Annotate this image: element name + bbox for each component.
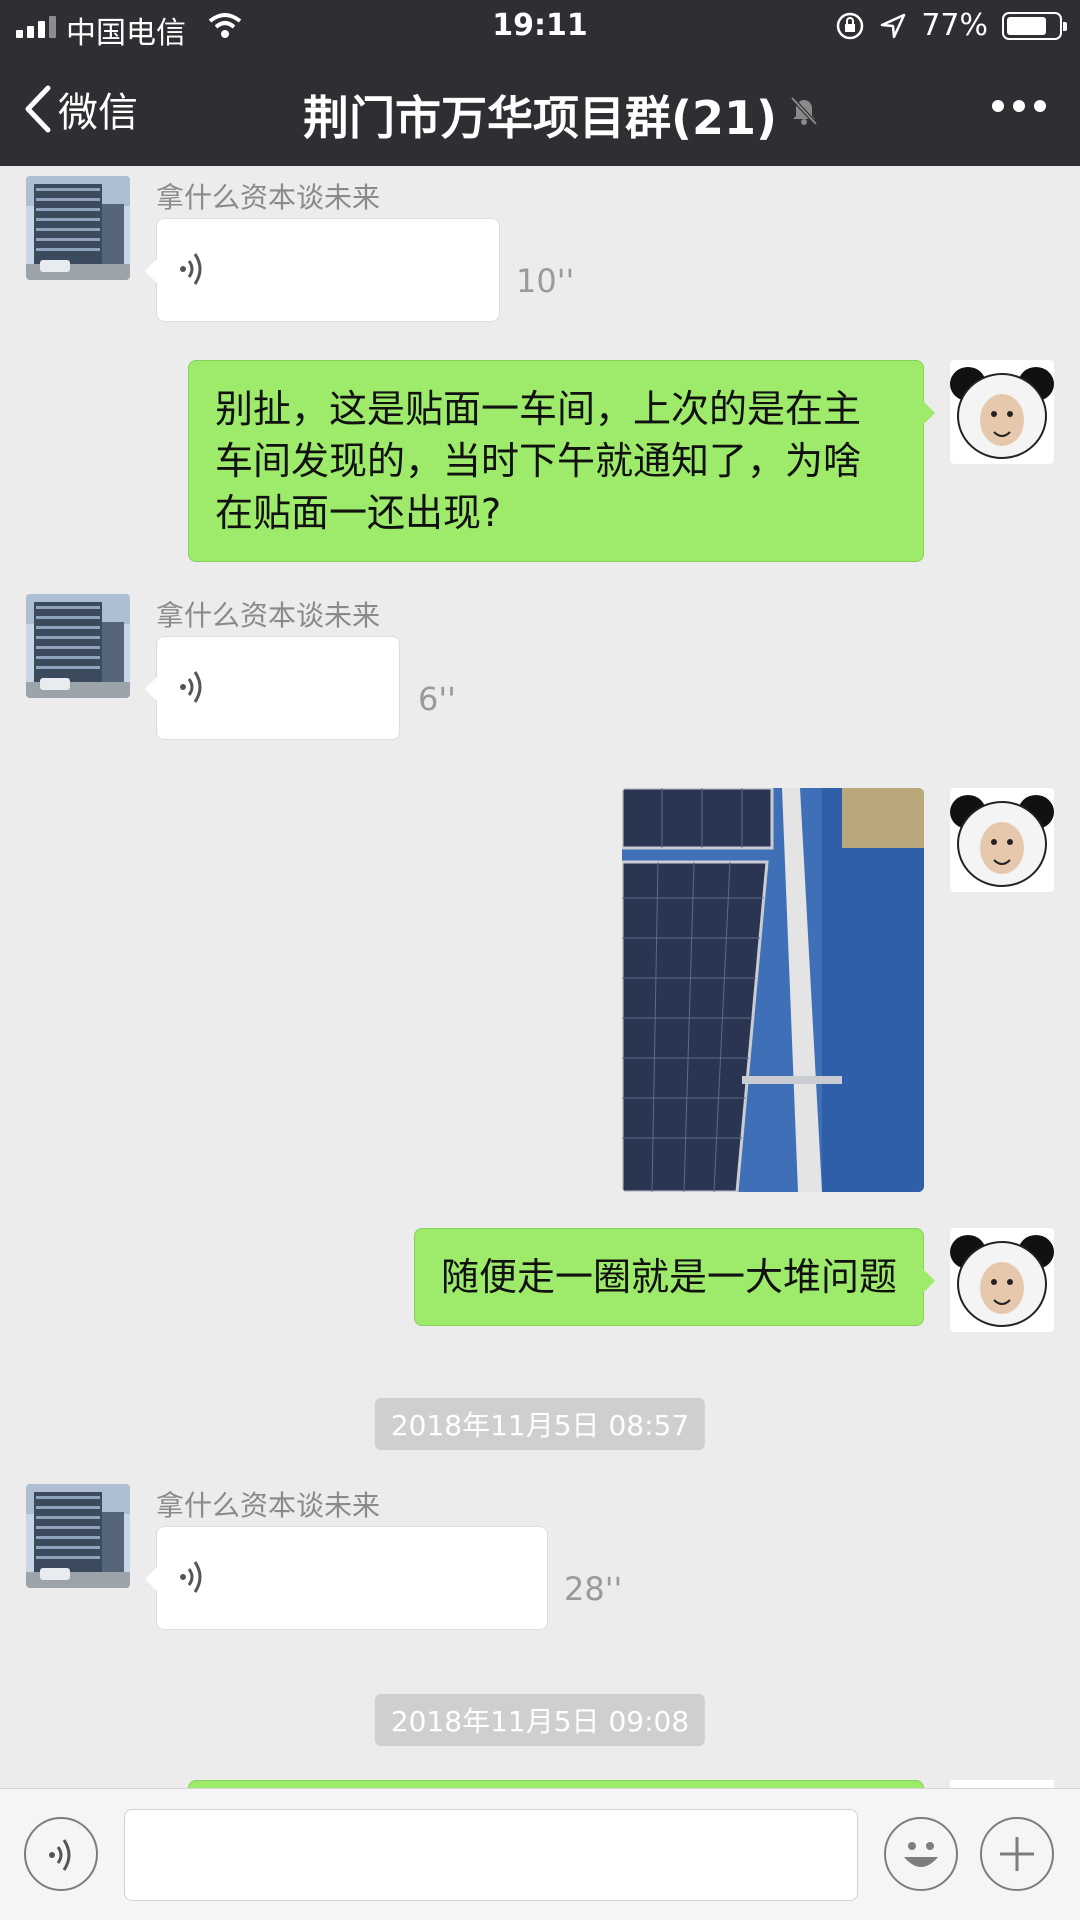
input-toolbar — [0, 1788, 1080, 1920]
voice-wave-icon — [48, 1838, 71, 1872]
avatar-building[interactable] — [26, 176, 130, 280]
battery-icon — [1002, 11, 1067, 40]
avatar-panda[interactable] — [950, 1228, 1054, 1332]
top-bar: 中国电信 19:11 77% 微信 荆门市万华项目群(21) — [0, 0, 1080, 166]
voice-message-bubble[interactable] — [145, 218, 500, 322]
text-message-bubble[interactable]: 别扯，这是贴面一车间，上次的是在主车间发现的，当时下午就通知了，为啥在贴面一还出… — [188, 360, 935, 562]
plus-icon — [1000, 1837, 1034, 1871]
sender-name: 拿什么资本谈未来 — [156, 599, 381, 632]
voice-duration: 6'' — [418, 680, 456, 718]
avatar-building[interactable] — [26, 1484, 130, 1588]
avatar-panda[interactable] — [950, 1780, 1054, 1788]
text-message-bubble[interactable]: 随便走一圈就是一大堆问题 — [413, 1228, 936, 1326]
avatar-panda[interactable] — [950, 360, 1054, 464]
emoji-button[interactable] — [884, 1817, 958, 1891]
avatar-building[interactable] — [26, 594, 130, 698]
chat-title: 荆门市万华项目群(21) — [302, 91, 778, 145]
location-icon — [881, 13, 906, 38]
message-input[interactable] — [124, 1809, 858, 1901]
timestamp-divider: 2018年11月5日 08:57 — [374, 1398, 706, 1450]
mute-bell-icon — [790, 96, 818, 126]
nav-bar: 微信 荆门市万华项目群(21) — [0, 54, 1080, 166]
more-functions-button[interactable] — [980, 1817, 1054, 1891]
battery-percent: 77% — [921, 8, 988, 43]
voice-message-bubble[interactable] — [145, 636, 400, 740]
chat-area[interactable]: 拿什么资本谈未来 10'' 别扯，这是贴面一车间，上次的是在主车间发现的，当时下… — [0, 166, 1080, 1788]
voice-wave-icon — [179, 670, 202, 704]
timestamp-divider: 2018年11月5日 09:08 — [374, 1694, 706, 1746]
avatar-panda[interactable] — [950, 788, 1054, 892]
voice-input-button[interactable] — [24, 1817, 98, 1891]
voice-duration: 28'' — [564, 1570, 623, 1608]
sender-name: 拿什么资本谈未来 — [156, 181, 381, 214]
smiley-icon — [904, 1842, 938, 1867]
voice-message-bubble[interactable] — [145, 1526, 548, 1630]
voice-wave-icon — [179, 1560, 202, 1594]
sender-name: 拿什么资本谈未来 — [156, 1489, 381, 1522]
status-bar: 中国电信 19:11 77% — [0, 0, 1080, 54]
text-message-bubble[interactable] — [188, 1780, 924, 1788]
solar-panel-photo[interactable] — [622, 788, 924, 1192]
rotation-lock-icon — [837, 12, 864, 39]
voice-wave-icon — [179, 252, 202, 286]
more-options-button[interactable] — [992, 100, 1046, 112]
voice-duration: 10'' — [516, 262, 575, 300]
